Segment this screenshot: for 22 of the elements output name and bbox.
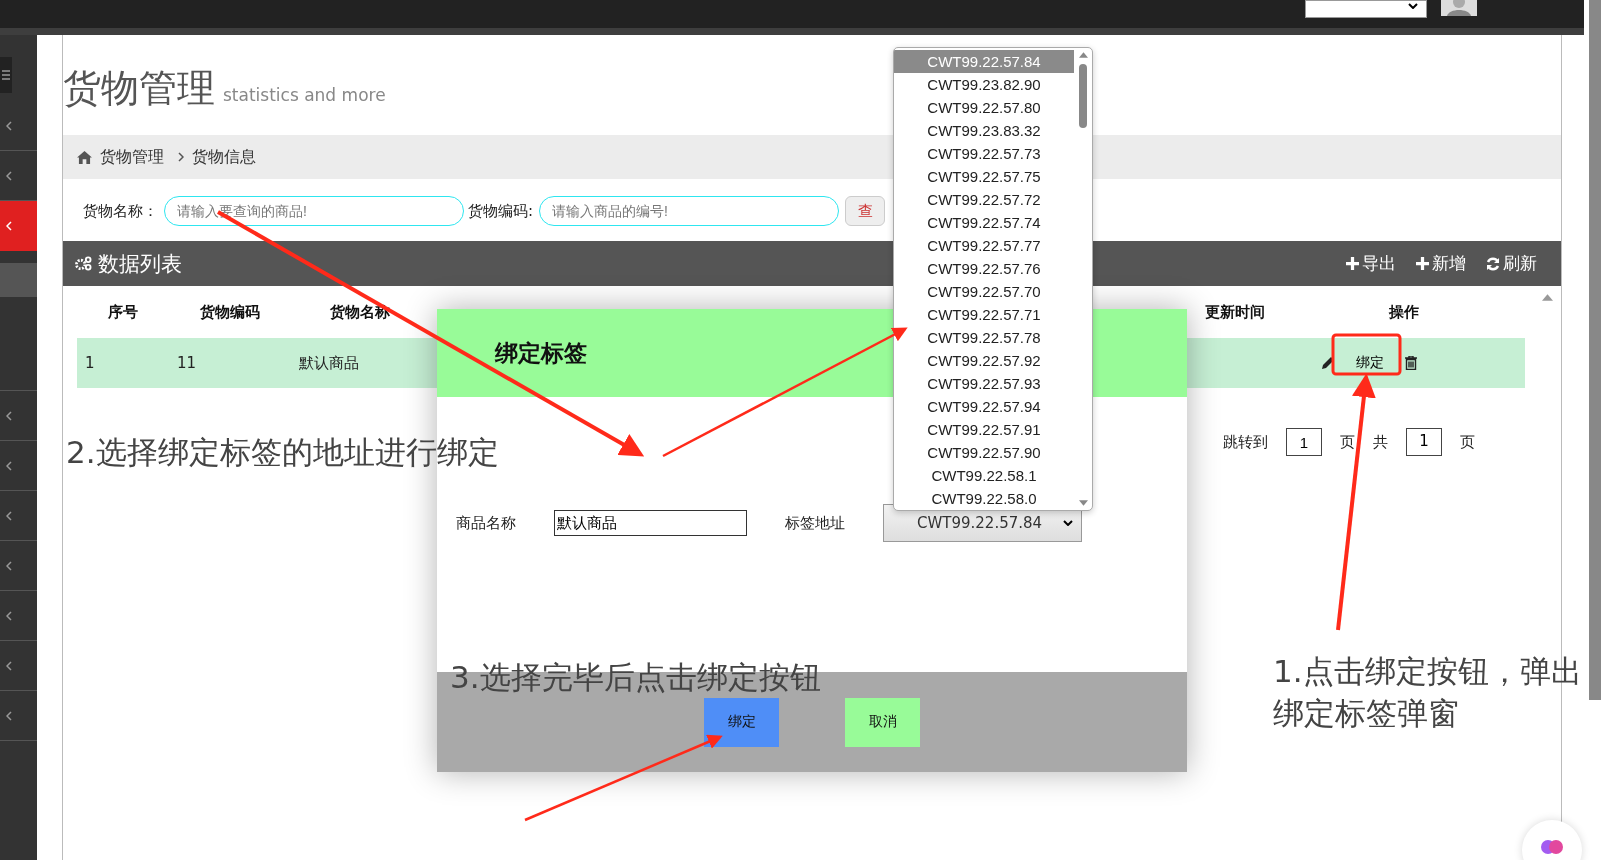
pager-label: 页	[1340, 432, 1355, 452]
page-subtitle: statistics and more	[223, 85, 386, 105]
column-header: 更新时间	[1204, 302, 1266, 322]
pager-label: 跳转到	[1223, 432, 1268, 452]
dialog-title: 绑定标签	[495, 338, 587, 368]
search-label: 货物编码:	[468, 201, 534, 221]
total-pages: 1	[1406, 428, 1442, 456]
field-label: 标签地址	[785, 513, 845, 534]
pager-label: 共	[1373, 432, 1388, 452]
column-header: 货物编码	[199, 302, 261, 322]
table-cell-text: 默认商品	[298, 353, 360, 373]
annotation-text: 2.选择绑定标签的地址进行绑定	[66, 433, 499, 472]
annotation-text: 1.点击绑定按钮，弹出绑定标签弹窗	[1273, 652, 1583, 733]
field-label: 商品名称	[456, 513, 516, 534]
table-cell-text: 11	[176, 354, 198, 372]
column-header: 序号	[107, 302, 139, 322]
search-label: 货物名称：	[83, 201, 158, 221]
table-cell-text: 1	[84, 354, 96, 372]
column-header: 操作	[1388, 302, 1420, 322]
pager-label: 页	[1460, 432, 1475, 452]
panel-title: 数据列表	[98, 250, 182, 278]
page-title: 货物管理	[63, 65, 215, 112]
